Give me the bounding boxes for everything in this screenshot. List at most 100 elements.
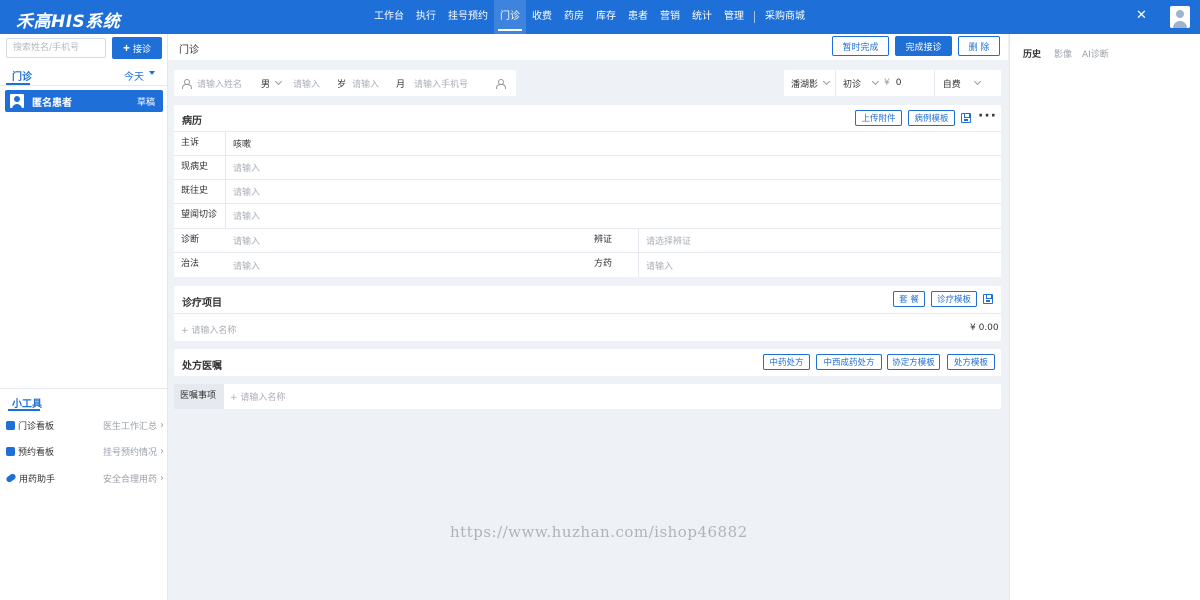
nav-item[interactable]: 管理 [718, 0, 750, 34]
diagnosis-input[interactable]: 请输入 [226, 234, 587, 247]
dashboard-icon [6, 420, 15, 430]
age-input[interactable]: 请输入 [293, 77, 333, 90]
finish-visit-button[interactable]: 完成接诊 [895, 36, 952, 56]
past-history-input[interactable]: 请输入 [226, 185, 1001, 198]
fee-input[interactable]: 0 [896, 78, 934, 88]
field-label: 主诉 [174, 131, 226, 156]
tool-desc: 挂号预约情况 [102, 447, 157, 458]
chevron-down-icon[interactable] [822, 77, 831, 86]
tab-imaging[interactable]: 影像 [1054, 47, 1072, 60]
user-lookup-icon[interactable] [496, 78, 507, 89]
prescription-template-button[interactable]: 处方模板 [947, 354, 995, 370]
tab-ai-diagnosis[interactable]: AI诊断 [1082, 47, 1109, 60]
tool-item-appointment-board[interactable]: 预约看板 挂号预约情况 › [6, 442, 164, 460]
visit-type-select[interactable]: 初诊 [843, 77, 861, 90]
tools-title[interactable]: 小工具 [12, 395, 42, 410]
record-row-present-illness: 现病史 请输入 [174, 155, 1001, 180]
chevron-right-icon: › [160, 445, 164, 457]
chevron-down-icon[interactable] [274, 77, 283, 86]
treatment-items-title: 诊疗项目 [182, 298, 222, 309]
chevron-down-icon[interactable] [149, 71, 155, 75]
patient-status: 草稿 [136, 97, 155, 108]
month-input[interactable]: 请输入 [352, 77, 392, 90]
field-label: 望闻切诊 [174, 203, 226, 228]
nav-item-mall[interactable]: 采购商城 [759, 0, 811, 34]
chevron-right-icon: › [160, 472, 164, 484]
nav-item[interactable]: 营销 [654, 0, 686, 34]
age-unit: 岁 [337, 79, 347, 90]
page-title: 门诊 [179, 45, 199, 56]
divider [0, 388, 167, 389]
avatar[interactable] [1170, 6, 1190, 28]
nav-item[interactable]: 门诊 [494, 0, 526, 34]
fee-symbol: ¥ [884, 78, 890, 88]
tool-item-medication-assistant[interactable]: 用药助手 安全合理用药 › [5, 469, 164, 487]
phone-input[interactable]: 请输入手机号 [414, 77, 486, 90]
divider [933, 70, 935, 96]
tab-history[interactable]: 历史 [1023, 47, 1041, 60]
delete-button[interactable]: 删 除 [958, 36, 1000, 56]
register-button[interactable]: + 接诊 [112, 37, 162, 59]
formula-template-button[interactable]: 协定方模板 [887, 354, 940, 370]
prescription-title: 处方医嘱 [182, 361, 222, 372]
nav-divider [754, 11, 755, 23]
app-logo: 禾高HIS系统 [16, 12, 121, 32]
main-nav: 工作台 执行 挂号预约 门诊 收费 药房 库存 患者 营销 统计 管理 采购商城 [368, 0, 811, 34]
treatment-template-button[interactable]: 诊疗模板 [931, 291, 977, 307]
more-icon[interactable]: ··· [978, 109, 997, 123]
field-label: 现病史 [174, 155, 226, 180]
chief-complaint-input[interactable]: 咳嗽 [226, 137, 1001, 150]
patient-info-bar: 请输入姓名 男 请输入 岁 请输入 月 请输入手机号 [174, 70, 516, 96]
top-navbar: 禾高HIS系统 工作台 执行 挂号预约 门诊 收费 药房 库存 患者 营销 统计 管理 采购商城 ✕ [0, 0, 1200, 34]
content-background [168, 410, 1008, 600]
patient-name-input[interactable]: 请输入姓名 [197, 77, 251, 90]
patient-search-input[interactable] [6, 38, 106, 58]
tool-desc: 医生工作汇总 [102, 421, 157, 432]
save-icon[interactable] [983, 294, 993, 304]
chevron-down-icon[interactable] [973, 77, 981, 86]
nav-item[interactable]: 库存 [590, 0, 622, 34]
formula-input[interactable]: 请输入 [639, 259, 1001, 272]
upload-attachment-button[interactable]: 上传附件 [855, 110, 902, 126]
patient-list-item[interactable]: 匿名患者 草稿 [5, 90, 163, 112]
gender-select[interactable]: 男 [261, 77, 270, 90]
tool-desc: 安全合理用药 [102, 474, 157, 485]
page-header: 门诊 暂时完成 完成接诊 删 除 [168, 34, 1008, 60]
tool-label: 用药助手 [19, 474, 56, 485]
close-icon[interactable]: ✕ [1136, 8, 1147, 23]
patent-prescription-button[interactable]: 中西成药处方 [816, 354, 882, 370]
tab-indicator [8, 409, 40, 411]
record-title: 病历 [182, 116, 202, 127]
tab-outpatient[interactable]: 门诊 [12, 68, 32, 83]
nav-item[interactable]: 挂号预约 [442, 0, 494, 34]
examination-input[interactable]: 请输入 [226, 209, 1001, 222]
payment-select[interactable]: 自费 [943, 77, 961, 90]
chevron-down-icon[interactable] [871, 77, 880, 86]
date-filter[interactable]: 今天 [124, 68, 144, 83]
tool-item-outpatient-board[interactable]: 门诊看板 医生工作汇总 › [6, 416, 164, 434]
nav-item[interactable]: 工作台 [368, 0, 410, 34]
save-icon[interactable] [961, 113, 971, 123]
divider [174, 313, 1001, 314]
nav-item[interactable]: 统计 [686, 0, 718, 34]
present-illness-input[interactable]: 请输入 [226, 161, 1001, 174]
tool-label: 门诊看板 [18, 421, 55, 432]
field-label: 既往史 [174, 179, 226, 204]
nav-item[interactable]: 收费 [526, 0, 558, 34]
syndrome-select[interactable]: 请选择辨证 [639, 234, 1001, 247]
record-template-button[interactable]: 病例模板 [908, 110, 955, 126]
temp-finish-button[interactable]: 暂时完成 [832, 36, 889, 56]
herbal-prescription-button[interactable]: 中药处方 [763, 354, 810, 370]
visit-category-select[interactable]: 潘湖影 [791, 77, 818, 90]
treatment-method-input[interactable]: 请输入 [226, 259, 587, 272]
user-icon [182, 78, 192, 89]
nav-item[interactable]: 患者 [622, 0, 654, 34]
divider [0, 85, 167, 86]
nav-item[interactable]: 执行 [410, 0, 442, 34]
nav-item[interactable]: 药房 [558, 0, 590, 34]
add-item-input[interactable]: + 请输入名称 [181, 323, 236, 336]
advice-input[interactable]: + 请输入名称 [230, 390, 285, 403]
package-button[interactable]: 套 餐 [893, 291, 925, 307]
field-label: 治法 [181, 259, 200, 269]
patient-sidebar: +接诊 门诊 今天 匿名患者 草稿 小工具 门诊看板 医生工作汇总 › 预约看板… [0, 34, 168, 600]
